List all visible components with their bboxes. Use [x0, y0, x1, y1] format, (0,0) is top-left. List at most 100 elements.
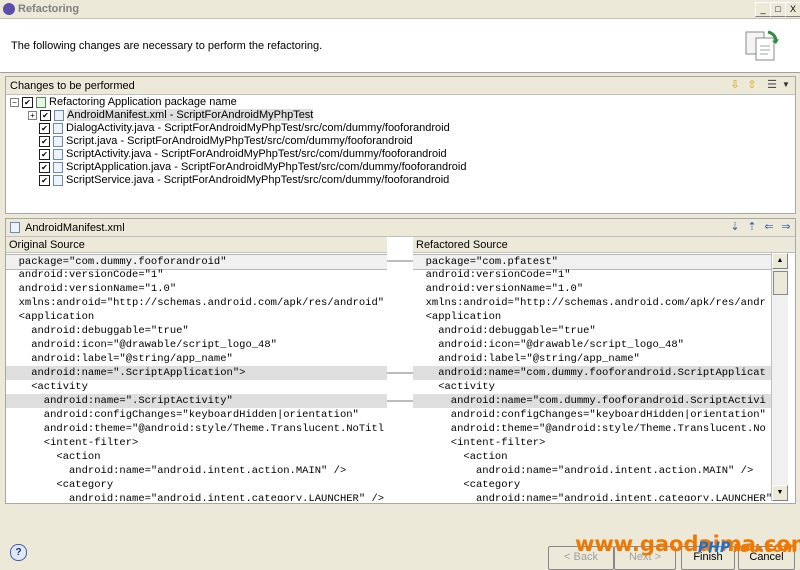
- java-file-icon: [53, 161, 63, 173]
- copy-left-icon[interactable]: ⇐: [762, 220, 776, 234]
- code-line: xmlns:android="http://schemas.android.co…: [6, 297, 385, 309]
- code-line: <activity: [6, 381, 88, 393]
- code-line: android:versionCode="1": [413, 269, 571, 281]
- checkbox[interactable]: ✔: [40, 109, 51, 121]
- tree-item-scriptactivity[interactable]: ✔ ScriptActivity.java - ScriptForAndroidM…: [39, 148, 447, 161]
- code-line: android:name=".ScriptApplication">: [6, 366, 387, 380]
- vertical-scrollbar[interactable]: ▲ ▼: [771, 253, 788, 501]
- code-line: android:icon="@drawable/script_logo_48": [6, 339, 277, 351]
- scroll-down-icon[interactable]: ▼: [772, 485, 788, 501]
- previous-difference-icon[interactable]: ⇡: [745, 220, 759, 234]
- banner-message: The following changes are necessary to p…: [11, 40, 323, 52]
- code-line: android:icon="@drawable/script_logo_48": [413, 339, 684, 351]
- code-line: android:label="@string/app_name": [6, 353, 233, 365]
- code-line: android:configChanges="keyboardHidden|or…: [6, 409, 359, 421]
- original-source-header: Original Source: [6, 237, 387, 253]
- tree-root-label: Refactoring Application package name: [49, 96, 237, 108]
- tree-item-scriptapplication[interactable]: ✔ ScriptApplication.java - ScriptForAndro…: [39, 161, 466, 174]
- tree-item-label: ScriptApplication.java - ScriptForAndroi…: [66, 161, 467, 173]
- java-file-icon: [53, 122, 63, 134]
- code-line: <intent-filter>: [6, 437, 139, 449]
- changes-panel: Changes to be performed ⇩ ⇧ ☰ ▼ − ✔ Refact…: [5, 76, 796, 214]
- refactored-source-header: Refactored Source: [413, 237, 795, 253]
- minimize-button[interactable]: _: [755, 2, 771, 17]
- code-line: <intent-filter>: [413, 437, 546, 449]
- code-line: android:configChanges="keyboardHidden|or…: [413, 409, 766, 421]
- code-line: android:name="android.intent.action.MAIN…: [413, 465, 754, 477]
- tree-item-label: ScriptService.java - ScriptForAndroidMyP…: [66, 174, 450, 186]
- changes-panel-header: Changes to be performed ⇩ ⇧ ☰ ▼: [6, 77, 795, 95]
- code-line: <action: [6, 451, 101, 463]
- title-bar: Refactoring _ □ X: [0, 0, 800, 19]
- collapse-icon[interactable]: −: [10, 97, 19, 107]
- diff-connector-gutter: [387, 260, 413, 402]
- changes-panel-title: Changes to be performed: [10, 80, 135, 92]
- tree-item-label: DialogActivity.java - ScriptForAndroidMy…: [66, 122, 450, 134]
- tree-item-dialogactivity[interactable]: ✔ DialogActivity.java - ScriptForAndroidM…: [39, 122, 450, 135]
- checkbox[interactable]: ✔: [39, 148, 50, 160]
- checkbox[interactable]: ✔: [39, 122, 50, 134]
- refactored-source-pane[interactable]: package="com.pfatest" android:versionCod…: [413, 253, 771, 501]
- preview-panel: AndroidManifest.xml ⇣ ⇡ ⇐ ⇒ Original Sou…: [5, 218, 796, 504]
- code-line: android:name="android.intent.category.LA…: [6, 493, 385, 501]
- window-title: Refactoring: [18, 3, 80, 15]
- checkbox[interactable]: ✔: [39, 135, 50, 147]
- code-line: android:name="com.dummy.fooforandroid.Sc…: [413, 366, 771, 380]
- code-line: android:debuggable="true": [413, 325, 596, 337]
- code-line: android:label="@string/app_name": [413, 353, 640, 365]
- tree-item-scriptservice[interactable]: ✔ ScriptService.java - ScriptForAndroidMy…: [39, 174, 449, 187]
- preview-file-label: AndroidManifest.xml: [25, 222, 125, 234]
- checkbox[interactable]: ✔: [22, 96, 33, 108]
- tree-item-label: ScriptActivity.java - ScriptForAndroidMy…: [66, 148, 447, 160]
- watermark-logo-rou: rou.com: [733, 540, 798, 556]
- tree-item-label: AndroidManifest.xml - ScriptForAndroidMy…: [67, 109, 314, 121]
- close-button[interactable]: X: [785, 2, 800, 17]
- checkbox[interactable]: ✔: [39, 161, 50, 173]
- next-change-icon[interactable]: ⇩: [728, 78, 742, 92]
- tree-item-label: Script.java - ScriptForAndroidMyPhpTest/…: [66, 135, 413, 147]
- code-line: <application: [6, 311, 95, 323]
- filter-icon[interactable]: ☰: [765, 78, 779, 92]
- code-line: <action: [413, 451, 508, 463]
- scroll-thumb[interactable]: [773, 271, 788, 295]
- code-line: xmlns:android="http://schemas.android.co…: [413, 297, 766, 309]
- code-line: android:theme="@android:style/Theme.Tran…: [6, 423, 385, 435]
- refactor-wizard-icon: [745, 30, 779, 61]
- xml-file-icon: [10, 222, 20, 233]
- java-file-icon: [53, 135, 63, 147]
- scroll-up-icon[interactable]: ▲: [772, 253, 788, 269]
- code-line: android:debuggable="true": [6, 325, 189, 337]
- original-source-title: Original Source: [9, 239, 85, 251]
- code-line: android:versionName="1.0": [413, 283, 584, 295]
- menu-dropdown-icon[interactable]: ▼: [779, 78, 793, 92]
- code-line: android:name="com.dummy.fooforandroid.Sc…: [413, 394, 771, 408]
- expand-icon[interactable]: +: [28, 110, 37, 120]
- tree-item-manifest[interactable]: + ✔ AndroidManifest.xml - ScriptForAndroid…: [28, 109, 314, 122]
- code-line: <category: [6, 479, 114, 491]
- code-line: android:versionCode="1": [6, 269, 164, 281]
- previous-change-icon[interactable]: ⇧: [745, 78, 759, 92]
- wizard-banner: The following changes are necessary to p…: [0, 19, 800, 73]
- java-file-icon: [53, 174, 63, 186]
- tree-item-script[interactable]: ✔ Script.java - ScriptForAndroidMyPhpTest…: [39, 135, 413, 148]
- code-line: android:versionName="1.0": [6, 283, 177, 295]
- help-icon[interactable]: ?: [10, 544, 27, 561]
- code-line: android:theme="@android:style/Theme.Tran…: [413, 423, 766, 435]
- java-file-icon: [53, 148, 63, 160]
- code-line: <activity: [413, 381, 495, 393]
- code-line: <application: [413, 311, 502, 323]
- original-source-pane[interactable]: package="com.dummy.fooforandroid" androi…: [6, 253, 387, 501]
- refactoring-icon: [36, 96, 46, 108]
- maximize-button[interactable]: □: [770, 2, 786, 17]
- copy-right-icon[interactable]: ⇒: [779, 220, 793, 234]
- checkbox[interactable]: ✔: [39, 174, 50, 186]
- preview-panel-header: AndroidManifest.xml ⇣ ⇡ ⇐ ⇒: [6, 219, 795, 237]
- code-line: android:name="android.intent.action.MAIN…: [6, 465, 347, 477]
- code-line: android:name=".ScriptActivity": [6, 394, 387, 408]
- xml-file-icon: [54, 109, 64, 121]
- tree-root[interactable]: − ✔ Refactoring Application package name: [10, 96, 237, 109]
- code-line: android:name="android.intent.category.LA…: [413, 493, 771, 501]
- app-icon: [3, 3, 15, 15]
- watermark-logo-php: PHP: [698, 540, 731, 556]
- next-difference-icon[interactable]: ⇣: [728, 220, 742, 234]
